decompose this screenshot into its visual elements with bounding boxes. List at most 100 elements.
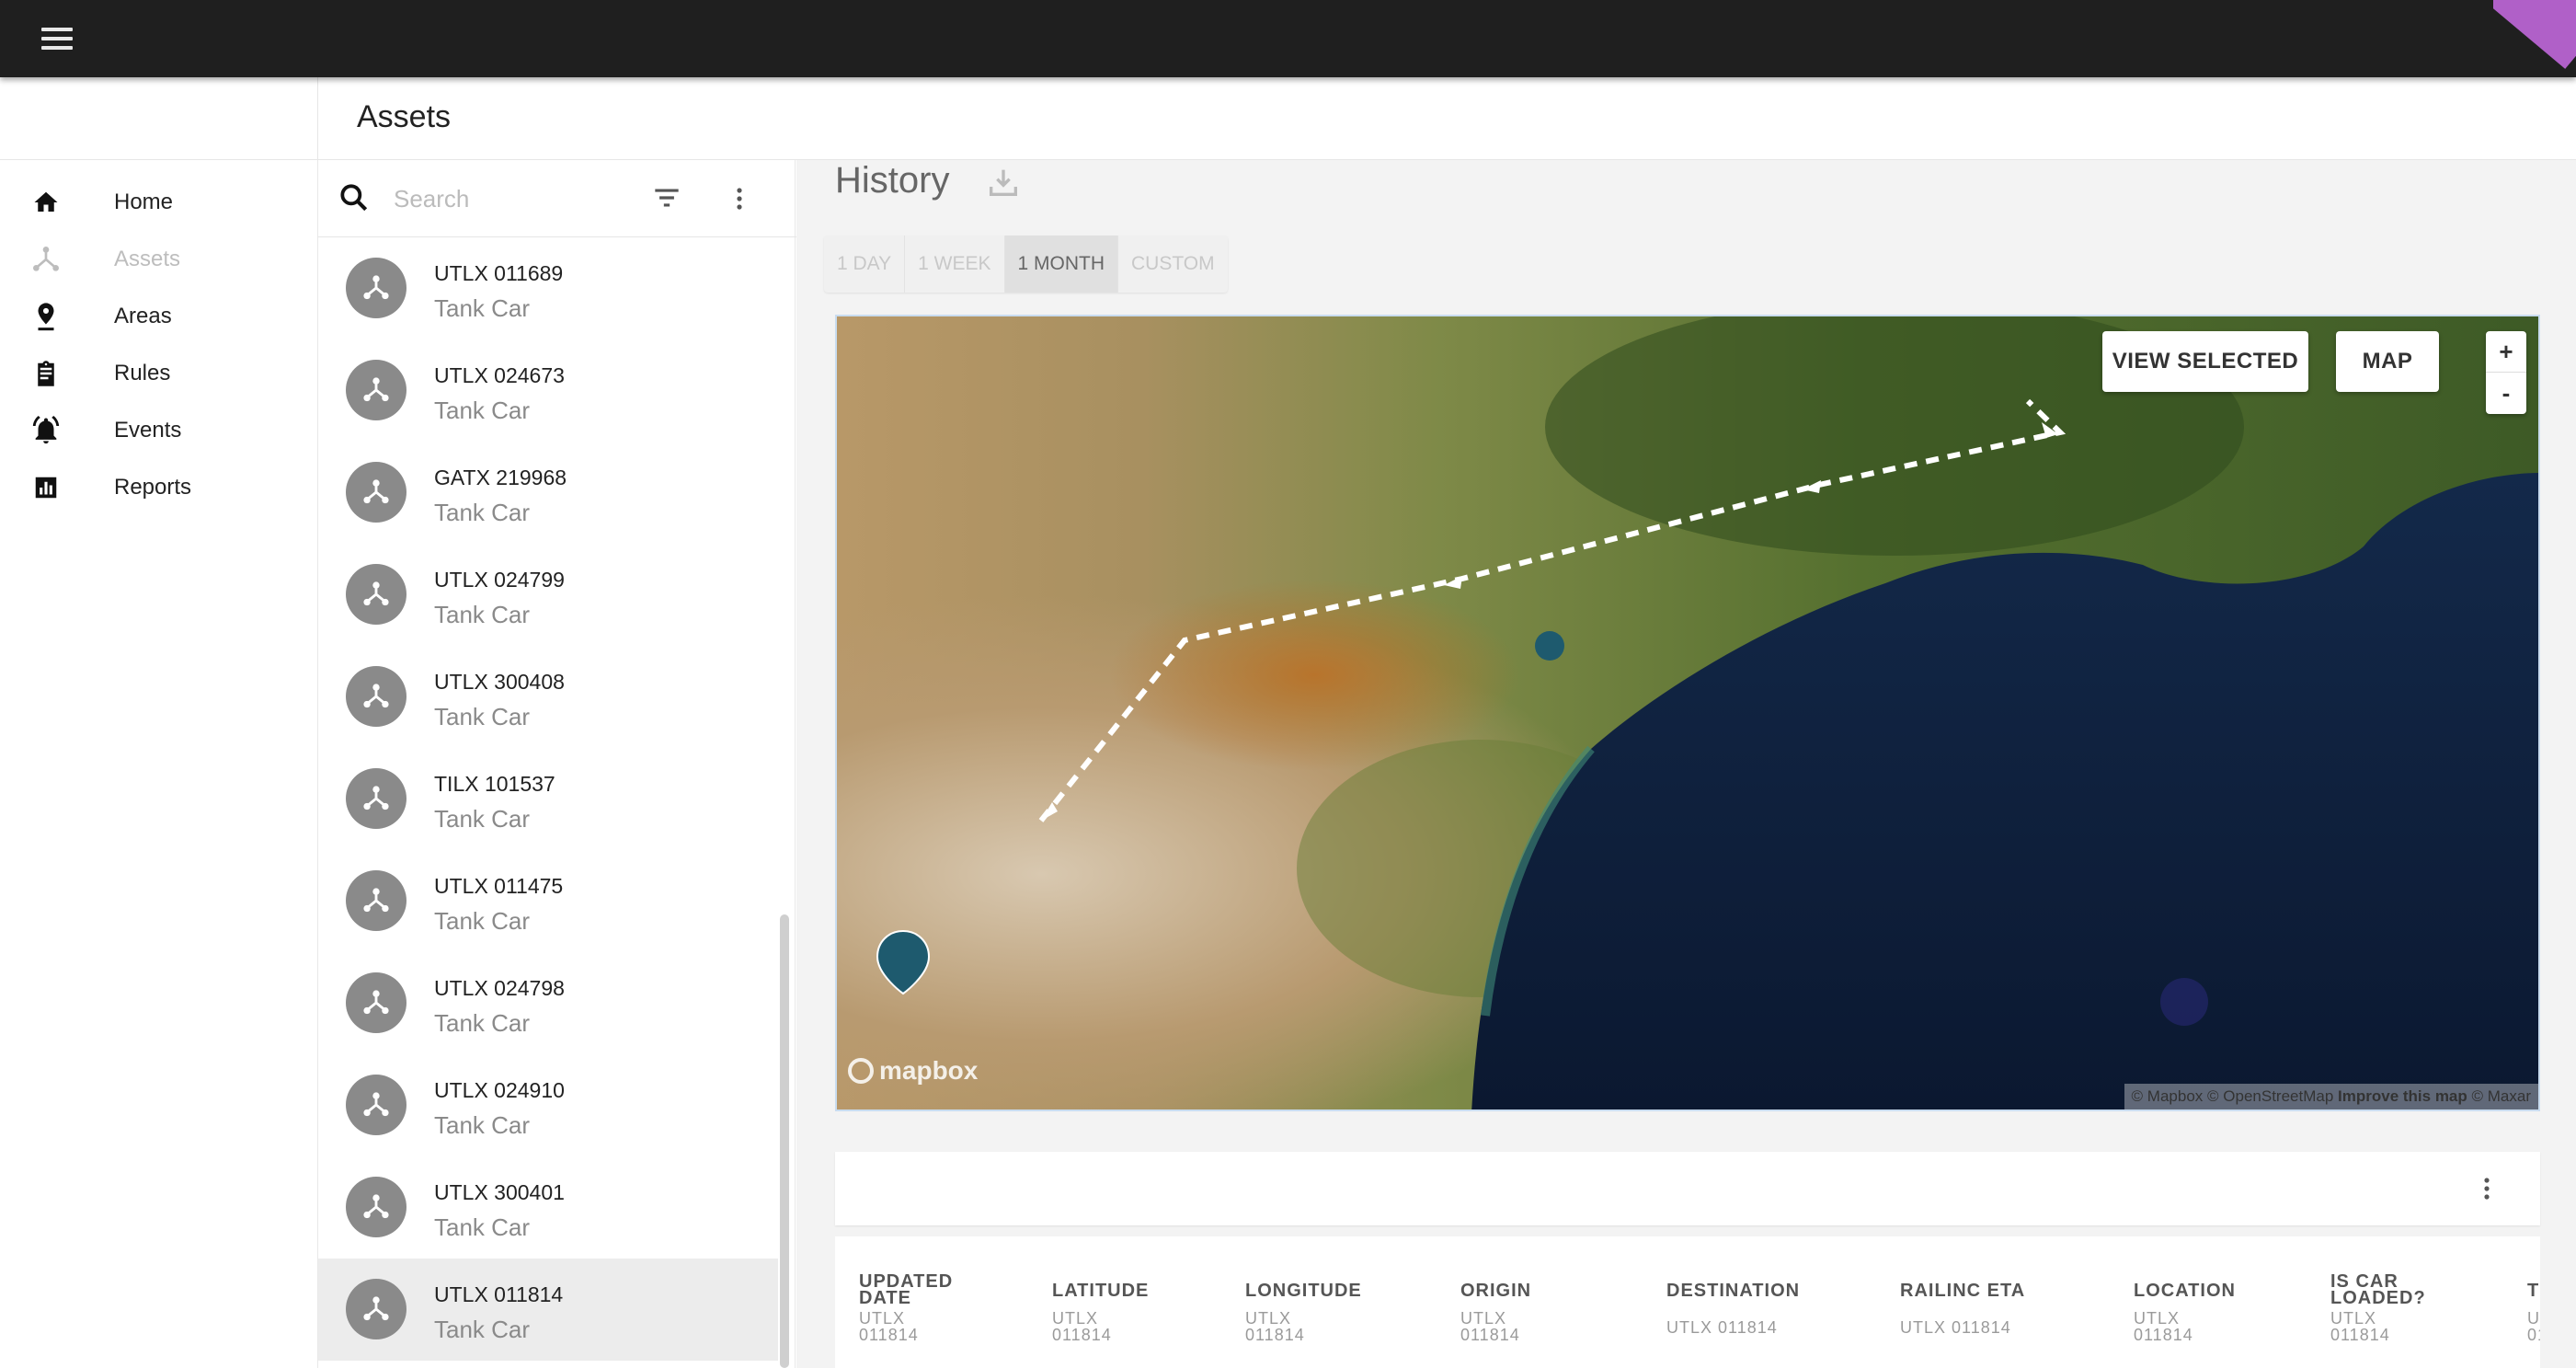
table-toolbar <box>835 1152 2540 1225</box>
sidebar-item-label: Areas <box>114 304 172 328</box>
zoom-out-button[interactable]: - <box>2486 373 2526 414</box>
map-attribution: © Mapbox © OpenStreetMap Improve this ma… <box>2124 1084 2538 1109</box>
asset-list-item[interactable]: UTLX 024799 Tank Car <box>318 544 778 646</box>
asset-avatar-icon <box>346 1177 406 1237</box>
asset-avatar-icon <box>346 462 406 523</box>
history-title: History <box>835 160 950 201</box>
attribution-osm[interactable]: © OpenStreetMap <box>2207 1087 2333 1105</box>
asset-list-item[interactable]: UTLX 011814 Tank Car <box>318 1259 778 1361</box>
asset-avatar-icon <box>346 972 406 1033</box>
asset-list: UTLX 011689 Tank Car UTLX 024673 Tank Car GA… <box>318 237 778 1361</box>
sidebar-item-home[interactable]: Home <box>0 174 317 231</box>
asset-name: UTLX 024673 <box>434 363 565 387</box>
asset-name: UTLX 011814 <box>434 1282 564 1306</box>
asset-type: Tank Car <box>434 805 531 833</box>
asset-avatar-icon <box>346 768 406 829</box>
tab-1-week[interactable]: 1 WEEK <box>905 236 1005 293</box>
assets-icon <box>28 241 64 278</box>
bar-chart-icon <box>28 469 64 506</box>
asset-name: UTLX 011475 <box>434 874 564 898</box>
attribution-maxar[interactable]: © Maxar <box>2472 1087 2531 1105</box>
asset-type: Tank Car <box>434 1009 531 1037</box>
asset-list-item[interactable]: UTLX 011689 Tank Car <box>318 237 778 339</box>
table-cell: UTLX 011814 <box>1666 1318 1778 1337</box>
zoom-in-button[interactable]: + <box>2486 331 2526 373</box>
table-cell: UTLX 011814 <box>1460 1309 1520 1344</box>
table-more-options-icon[interactable] <box>2478 1170 2496 1207</box>
asset-type: Tank Car <box>434 397 531 424</box>
asset-name: UTLX 300408 <box>434 670 565 694</box>
pin-icon <box>28 298 64 335</box>
page-header: Assets <box>0 77 2576 160</box>
asset-avatar-icon <box>346 258 406 318</box>
asset-avatar-icon <box>346 1279 406 1339</box>
search-input[interactable] <box>394 182 578 215</box>
table-column-header[interactable]: LOCATION <box>2134 1282 2236 1300</box>
asset-name: UTLX 024910 <box>434 1078 565 1102</box>
asset-name: GATX 219968 <box>434 466 567 489</box>
asset-name: UTLX 024799 <box>434 568 565 592</box>
sidebar-item-label: Events <box>114 418 182 443</box>
table-column-header[interactable]: DESTINATION <box>1666 1282 1800 1300</box>
view-selected-button[interactable]: VIEW SELECTED <box>2102 331 2308 392</box>
attribution-improve[interactable]: Improve this map <box>2338 1087 2467 1105</box>
search-icon[interactable] <box>337 180 373 217</box>
asset-name: UTLX 024798 <box>434 976 565 1000</box>
main-content: History 1 DAY 1 WEEK 1 MONTH CUSTOM VIEW… <box>796 160 2576 1368</box>
table-column-header[interactable]: LONGITUDE <box>1245 1282 1362 1300</box>
history-map[interactable]: VIEW SELECTED MAP + - mapbox © Mapbox © … <box>835 315 2540 1111</box>
time-range-tabs: 1 DAY 1 WEEK 1 MONTH CUSTOM <box>824 236 1228 293</box>
asset-list-item[interactable]: TILX 101537 Tank Car <box>318 748 778 850</box>
table-column-header[interactable]: IS CAR LOADED? <box>2330 1272 2426 1307</box>
sidebar-item-events[interactable]: Events <box>0 402 317 459</box>
asset-list-item[interactable]: UTLX 024910 Tank Car <box>318 1054 778 1156</box>
sidebar-item-label: Assets <box>114 247 181 271</box>
hamburger-menu-icon[interactable] <box>28 20 86 57</box>
asset-type: Tank Car <box>434 1316 531 1343</box>
table-cell: UTLX 011814 <box>2330 1309 2390 1344</box>
tab-custom[interactable]: CUSTOM <box>1118 236 1228 293</box>
more-options-icon[interactable] <box>728 180 750 217</box>
asset-list-item[interactable]: UTLX 024673 Tank Car <box>318 339 778 442</box>
asset-type: Tank Car <box>434 499 531 526</box>
asset-list-item[interactable]: GATX 219968 Tank Car <box>318 442 778 544</box>
asset-list-item[interactable]: UTLX 300401 Tank Car <box>318 1156 778 1259</box>
sidebar-item-assets[interactable]: Assets <box>0 231 317 288</box>
table-cell: UTLX01181 <box>2527 1309 2540 1344</box>
asset-type: Tank Car <box>434 907 531 935</box>
map-satellite-terrain <box>837 316 2538 1109</box>
sidebar-item-rules[interactable]: Rules <box>0 345 317 402</box>
asset-name: TILX 101537 <box>434 772 555 796</box>
sidebar-nav: Home Assets Areas Rules Events Reports <box>0 160 317 1368</box>
page-title: Assets <box>357 99 452 134</box>
sidebar-item-label: Rules <box>114 361 171 385</box>
asset-avatar-icon <box>346 360 406 420</box>
home-icon <box>28 184 64 221</box>
asset-list-item[interactable]: UTLX 011475 Tank Car <box>318 850 778 952</box>
clipboard-icon <box>28 355 64 392</box>
filter-icon[interactable] <box>649 180 686 217</box>
table-column-header[interactable]: LATITUDE <box>1052 1282 1149 1300</box>
mapbox-logo[interactable]: mapbox <box>848 1056 978 1086</box>
asset-list-item[interactable]: UTLX 300408 Tank Car <box>318 646 778 748</box>
asset-avatar-icon <box>346 1075 406 1135</box>
table-column-header[interactable]: ORIGIN <box>1460 1282 1531 1300</box>
sidebar-item-areas[interactable]: Areas <box>0 288 317 345</box>
table-column-header[interactable]: UPDATED DATE <box>859 1272 953 1307</box>
app-bar <box>0 0 2576 77</box>
table-column-header[interactable]: TRAIN <box>2527 1282 2540 1300</box>
table-column-header[interactable]: RAILINC ETA <box>1900 1282 2025 1300</box>
corner-decoration <box>2493 0 2576 77</box>
asset-list-item[interactable]: UTLX 024798 Tank Car <box>318 952 778 1054</box>
table-cell: UTLX 011814 <box>859 1309 919 1344</box>
attribution-mapbox[interactable]: © Mapbox <box>2132 1087 2204 1105</box>
list-scrollbar[interactable] <box>780 914 789 1368</box>
asset-list-panel: UTLX 011689Tank CarUTLX 024673Tank CarGA… <box>317 160 796 1368</box>
map-type-button[interactable]: MAP <box>2336 331 2439 392</box>
asset-avatar-icon <box>346 564 406 625</box>
sidebar-item-reports[interactable]: Reports <box>0 459 317 516</box>
tab-1-day[interactable]: 1 DAY <box>824 236 906 293</box>
zoom-control: + - <box>2486 331 2526 414</box>
tab-1-month[interactable]: 1 MONTH <box>1004 236 1118 293</box>
download-icon[interactable] <box>985 164 1022 201</box>
